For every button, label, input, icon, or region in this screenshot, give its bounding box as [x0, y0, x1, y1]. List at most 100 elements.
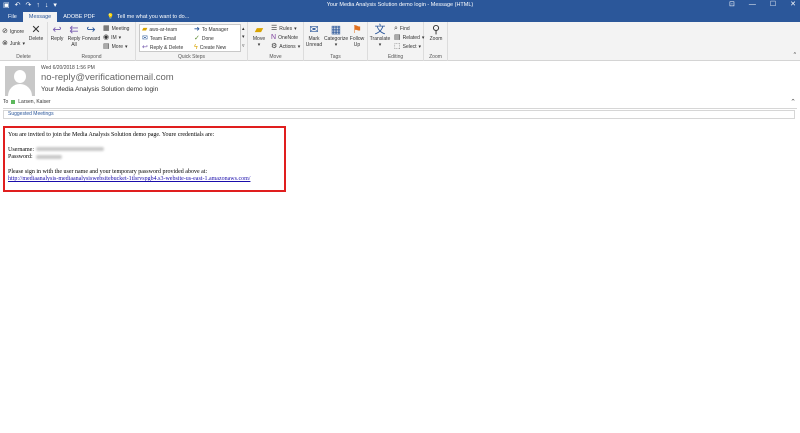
quick-step-aws-ar-team[interactable]: ▰ aws-ar-team: [142, 26, 177, 33]
move-button[interactable]: ▰ Move ▾: [250, 24, 268, 48]
email-body: You are invited to join the Media Analys…: [3, 126, 286, 192]
password-line: Password:: [8, 154, 281, 162]
tab-file[interactable]: File: [2, 12, 23, 22]
actions-icon: ⚙: [271, 43, 278, 50]
select-icon: ⬚: [394, 43, 401, 50]
suggested-meetings-label: Suggested Meetings: [8, 111, 54, 117]
avatar-head-shape: [14, 70, 26, 83]
mark-unread-button[interactable]: ✉ Mark Unread: [304, 24, 324, 48]
header-divider: [3, 108, 797, 109]
group-tags: ✉ Mark Unread ▦ Categorize ▾ ⚑ Follow Up …: [304, 22, 368, 61]
checkmark-icon: ✓: [194, 35, 200, 42]
related-icon: ▤: [394, 34, 401, 41]
quick-step-done[interactable]: ✓ Done: [194, 35, 214, 42]
tab-adobe-pdf[interactable]: ADOBE PDF: [57, 12, 101, 22]
password-label: Password:: [8, 154, 33, 160]
quick-steps-gallery: ▰ aws-ar-team ✉ Team Email ↩ Reply & Del…: [139, 24, 241, 52]
collapse-ribbon-button[interactable]: ^: [794, 52, 796, 58]
group-respond: ↩ Reply ⇇ Reply All ↪ Forward ▦ Meeting …: [48, 22, 136, 61]
junk-button[interactable]: ⊗ Junk ▾: [2, 40, 25, 47]
to-line: To Larsen, Kaiser: [3, 99, 51, 105]
group-delete: ⊘ Ignore ⊗ Junk ▾ ✕ Delete Delete: [0, 22, 48, 61]
rules-button[interactable]: ☰ Rules ▾: [271, 25, 297, 32]
title-bar: ▣ ↶ ↷ ↑ ↓ ▾ Your Media Analysis Solution…: [0, 0, 800, 11]
translate-button[interactable]: 文 Translate ▾: [368, 24, 392, 48]
reply-button[interactable]: ↩ Reply: [49, 24, 65, 43]
calendar-icon: ▦: [103, 25, 110, 32]
follow-up-button[interactable]: ⚑ Follow Up: [348, 24, 366, 48]
maximize-icon[interactable]: ☐: [770, 0, 776, 10]
avatar-body-shape: [8, 84, 32, 96]
group-quick-steps: ▰ aws-ar-team ✉ Team Email ↩ Reply & Del…: [136, 22, 248, 61]
delete-button[interactable]: ✕ Delete: [26, 24, 46, 43]
suggested-meetings-bar[interactable]: Suggested Meetings: [3, 110, 795, 119]
sign-in-text: Please sign in with the user name and yo…: [8, 168, 208, 175]
ribbon-display-icon[interactable]: ⊡: [729, 0, 735, 10]
window-controls: ⊡ — ☐ ✕: [729, 0, 796, 10]
select-button[interactable]: ⬚ Select ▾: [394, 43, 421, 50]
tab-message[interactable]: Message: [22, 12, 58, 22]
rules-icon: ☰: [271, 25, 278, 32]
group-move: ▰ Move ▾ ☰ Rules ▾ N OneNote ⚙ Actions ▾ Mo…: [248, 22, 304, 61]
group-label-respond: Respond: [81, 54, 102, 60]
actions-button[interactable]: ⚙ Actions ▾: [271, 43, 300, 50]
quick-steps-scroll-up[interactable]: ▴: [242, 26, 245, 32]
demo-site-link[interactable]: http://mediaanalysis-mediaanalysiswebsit…: [8, 176, 250, 182]
team-email-icon: ✉: [142, 35, 148, 42]
quick-step-reply-delete[interactable]: ↩ Reply & Delete: [142, 44, 183, 51]
quick-steps-scroll-down[interactable]: ▾: [242, 34, 245, 40]
ignore-button[interactable]: ⊘ Ignore: [2, 28, 24, 35]
onenote-icon: N: [271, 34, 277, 41]
ribbon-tabs: File Message ADOBE PDF 💡 Tell me what yo…: [0, 11, 800, 22]
group-label-zoom: Zoom: [429, 54, 442, 60]
forward-button[interactable]: ↪ Forward: [82, 24, 100, 43]
minimize-icon[interactable]: —: [749, 0, 756, 10]
find-button[interactable]: ⌕ Find: [394, 25, 410, 32]
quick-step-create-new[interactable]: ϟ Create New: [194, 44, 226, 51]
group-label-editing: Editing: [387, 54, 404, 60]
redacted-username: [35, 147, 104, 152]
username-line: Username:: [8, 147, 281, 155]
quick-step-to-manager[interactable]: ➜ To Manager: [194, 26, 228, 33]
invite-text: You are invited to join the Media Analys…: [8, 132, 215, 138]
quick-step-team-email[interactable]: ✉ Team Email: [142, 35, 176, 42]
presence-status-icon: [11, 100, 16, 104]
im-button[interactable]: ◉ IM ▾: [103, 34, 121, 41]
sender-avatar: [5, 66, 35, 96]
group-label-quick-steps: Quick Steps: [178, 54, 205, 60]
quick-steps-expand[interactable]: ▿: [242, 43, 245, 49]
to-manager-icon: ➜: [194, 26, 200, 33]
close-icon[interactable]: ✕: [790, 0, 796, 10]
redacted-password: [35, 154, 62, 159]
sent-date: Wed 6/20/2018 1:56 PM: [41, 65, 95, 71]
categorize-button[interactable]: ▦ Categorize ▾: [324, 24, 348, 48]
zoom-button[interactable]: ⚲ Zoom: [426, 24, 446, 43]
to-label: To: [3, 99, 9, 105]
onenote-button[interactable]: N OneNote: [271, 34, 298, 41]
lightning-icon: ϟ: [194, 44, 198, 51]
group-editing: 文 Translate ▾ ⌕ Find ▤ Related ▾ ⬚ Select ▾…: [368, 22, 424, 61]
ignore-icon: ⊘: [2, 28, 8, 35]
tell-me-box[interactable]: 💡 Tell me what you want to do...: [101, 12, 189, 22]
sender-address[interactable]: no-reply@verificationemail.com: [41, 72, 174, 83]
related-button[interactable]: ▤ Related ▾: [394, 34, 424, 41]
window-title: Your Media Analysis Solution demo login …: [326, 2, 474, 8]
username-label: Username:: [8, 146, 34, 153]
lightbulb-icon: 💡: [107, 14, 114, 20]
find-icon: ⌕: [394, 25, 398, 32]
chevron-up-icon: ^: [793, 52, 796, 58]
recipient-name[interactable]: Larsen, Kaiser: [18, 99, 50, 105]
group-label-tags: Tags: [330, 54, 341, 60]
meeting-button[interactable]: ▦ Meeting: [103, 25, 129, 32]
group-label-move: Move: [269, 54, 282, 60]
group-label-delete: Delete: [16, 54, 31, 60]
reply-delete-icon: ↩: [142, 44, 148, 51]
more-button[interactable]: ▤ More ▾: [103, 43, 128, 50]
folder-icon: ▰: [142, 26, 148, 33]
tell-me-text: Tell me what you want to do...: [116, 14, 190, 20]
reply-all-button[interactable]: ⇇ Reply All: [66, 24, 82, 48]
collapse-header-icon[interactable]: ⌃: [790, 98, 796, 106]
ribbon: ⊘ Ignore ⊗ Junk ▾ ✕ Delete Delete ↩ Reply…: [0, 22, 800, 61]
message-subject: Your Media Analysis Solution demo login: [41, 86, 159, 93]
more-icon: ▤: [103, 43, 110, 50]
